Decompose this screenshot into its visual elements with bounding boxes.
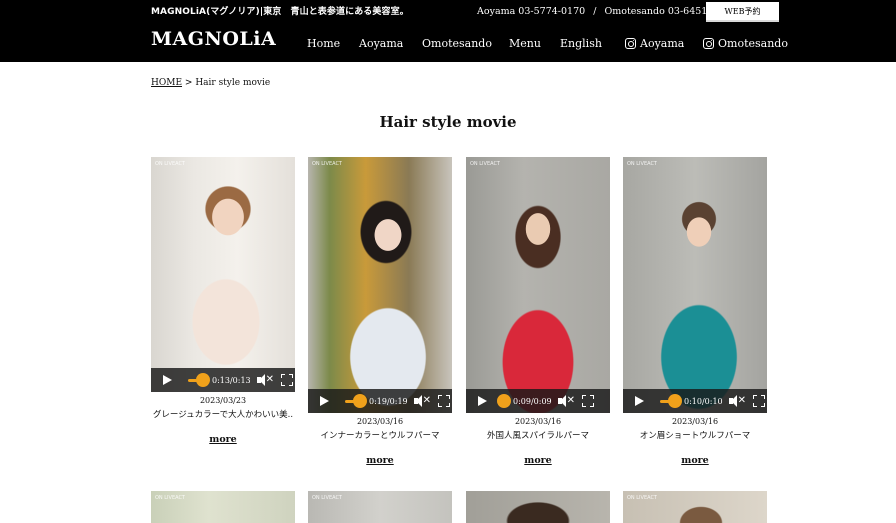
site-tagline: MAGNOLiA(マグノリア)|東京 青山と表参道にある美容室。	[151, 7, 409, 17]
more-link[interactable]: more	[623, 455, 767, 466]
video-player[interactable]: ON LIVEACT 0:13/0:13 ✕	[151, 157, 295, 392]
video-title: 外国人風スパイラルパーマ	[486, 431, 589, 441]
video-thumbnail	[623, 157, 767, 413]
site-header: MAGNOLiA(マグノリア)|東京 青山と表参道にある美容室。 Aoyama …	[0, 0, 896, 62]
video-player[interactable]: ON LIVEACT 0:09/0:09 ✕	[466, 157, 610, 413]
video-date: 2023/03/16	[671, 417, 719, 426]
nav-instagram-omotesando[interactable]: Omotesando	[703, 37, 788, 50]
video-time: 0:09/0:09	[513, 396, 552, 406]
more-link[interactable]: more	[308, 455, 452, 466]
fullscreen-icon[interactable]	[437, 395, 450, 407]
video-thumbnail	[308, 157, 452, 413]
instagram-icon	[703, 38, 714, 49]
video-time: 0:19/0:19	[369, 396, 408, 406]
page-title: Hair style movie	[379, 113, 517, 131]
more-link[interactable]: more	[151, 434, 295, 445]
progress-knob[interactable]	[196, 372, 210, 387]
fullscreen-icon[interactable]	[581, 395, 594, 407]
progress-knob[interactable]	[353, 393, 367, 408]
fullscreen-icon[interactable]	[752, 395, 765, 407]
fullscreen-icon[interactable]	[280, 374, 293, 386]
video-time: 0:10/0:10	[684, 396, 723, 406]
web-reservation-button[interactable]: WEB予約	[706, 2, 779, 20]
video-watermark: ON LIVEACT	[627, 161, 657, 167]
breadcrumb-separator: >	[184, 78, 193, 88]
phone-separator: /	[593, 6, 597, 17]
mute-icon[interactable]: ✕	[728, 395, 746, 407]
play-icon[interactable]	[320, 396, 329, 406]
play-icon[interactable]	[635, 396, 644, 406]
video-player[interactable]: ON LIVEACT	[623, 491, 767, 523]
nav-instagram-omotesando-label: Omotesando	[718, 37, 788, 50]
play-icon[interactable]	[478, 396, 487, 406]
video-title: オン眉ショートウルフパーマ	[639, 431, 751, 441]
video-controls: 0:13/0:13 ✕	[151, 368, 295, 392]
video-watermark: ON LIVEACT	[312, 495, 342, 501]
logo[interactable]: MAGNOLiA	[151, 28, 276, 50]
video-watermark: ON LIVEACT	[312, 161, 342, 167]
nav-omotesando[interactable]: Omotesando	[422, 37, 492, 50]
progress-knob[interactable]	[668, 393, 682, 408]
phone-aoyama[interactable]: Aoyama 03-5774-0170	[477, 6, 585, 17]
breadcrumb-current: Hair style movie	[195, 78, 271, 88]
video-thumbnail	[466, 491, 610, 523]
instagram-icon	[625, 38, 636, 49]
video-controls: 0:10/0:10 ✕	[623, 389, 767, 413]
video-title: インナーカラーとウルフパーマ	[320, 431, 440, 441]
mute-icon[interactable]: ✕	[413, 395, 431, 407]
video-player[interactable]: ON LIVEACT 0:10/0:10 ✕	[623, 157, 767, 413]
video-player[interactable]: ON LIVEACT	[308, 491, 452, 523]
video-date: 2023/03/16	[514, 417, 562, 426]
nav-aoyama[interactable]: Aoyama	[359, 37, 403, 50]
nav-instagram-aoyama[interactable]: Aoyama	[625, 37, 684, 50]
video-watermark: ON LIVEACT	[155, 495, 185, 501]
video-date: 2023/03/16	[356, 417, 404, 426]
mute-icon[interactable]: ✕	[256, 374, 274, 386]
nav-instagram-aoyama-label: Aoyama	[640, 37, 685, 50]
mute-icon[interactable]: ✕	[557, 395, 575, 407]
breadcrumb-home[interactable]: HOME	[151, 78, 182, 88]
video-player[interactable]: ON LIVEACT 0:19/0:19 ✕	[308, 157, 452, 413]
progress-slider[interactable]	[345, 393, 367, 408]
progress-slider[interactable]	[660, 393, 682, 408]
video-player[interactable]	[466, 491, 610, 523]
video-watermark: ON LIVEACT	[470, 161, 500, 167]
video-controls: 0:19/0:19 ✕	[308, 389, 452, 413]
progress-knob[interactable]	[497, 393, 511, 408]
video-date: 2023/03/23	[199, 396, 247, 405]
progress-slider[interactable]	[188, 372, 210, 387]
phone-numbers: Aoyama 03-5774-0170 / Omotesando 03-6451…	[477, 6, 735, 17]
nav-menu[interactable]: Menu	[509, 37, 541, 50]
video-time: 0:13/0:13	[212, 375, 251, 385]
video-player[interactable]: ON LIVEACT	[151, 491, 295, 523]
breadcrumb: HOME > Hair style movie	[151, 78, 270, 88]
video-watermark: ON LIVEACT	[155, 161, 185, 167]
video-thumbnail	[466, 157, 610, 413]
video-watermark: ON LIVEACT	[627, 495, 657, 501]
more-link[interactable]: more	[466, 455, 610, 466]
nav-home[interactable]: Home	[307, 37, 340, 50]
nav-english[interactable]: English	[560, 37, 602, 50]
video-thumbnail	[151, 157, 295, 392]
play-icon[interactable]	[163, 375, 172, 385]
video-controls: 0:09/0:09 ✕	[466, 389, 610, 413]
video-title: グレージュカラーで大人かわいい美..	[152, 410, 294, 420]
